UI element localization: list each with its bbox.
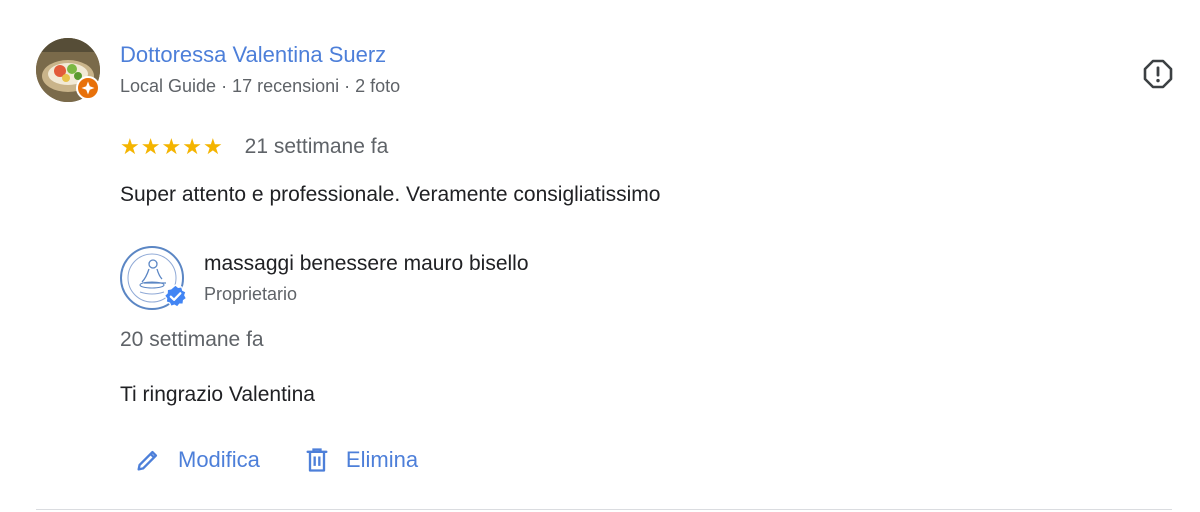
delete-reply-button[interactable]: Elimina [304,446,418,474]
reply-text: Ti ringrazio Valentina [120,383,315,406]
report-flag-icon[interactable] [1142,58,1174,90]
star-icon: ★ [120,134,140,159]
owner-role: Proprietario [204,284,298,304]
review-text: Super attento e professionale. Veramente… [120,183,661,206]
edit-reply-label: Modifica [178,447,260,472]
reviewer-meta: Local Guide · 17 recensioni · 2 foto [120,76,401,96]
trash-icon [304,446,330,474]
owner-name: massaggi benessere mauro bisello [204,252,529,275]
star-icon: ★ [140,134,161,159]
reply-date: 20 settimane fa [120,328,264,351]
star-icon: ★ [161,134,182,159]
edit-reply-button[interactable]: Modifica [134,446,260,474]
reply-actions: Modifica Elimina [134,440,418,480]
verified-check-icon [163,284,188,309]
star-icon: ★ [202,134,223,159]
reviewer-name[interactable]: Dottoressa Valentina Suerz [120,42,386,68]
review-card: Dottoressa Valentina Suerz Local Guide ·… [0,0,1200,512]
local-guide-star-icon [76,76,100,100]
star-rating: ★ ★ ★ ★ ★ [120,136,223,158]
review-date: 21 settimane fa [244,135,389,158]
star-icon: ★ [182,134,202,159]
rating-row: ★ ★ ★ ★ ★ 21 settimane fa [120,132,388,162]
delete-reply-label: Elimina [345,447,419,472]
pencil-icon [134,446,162,474]
divider [36,509,1172,510]
